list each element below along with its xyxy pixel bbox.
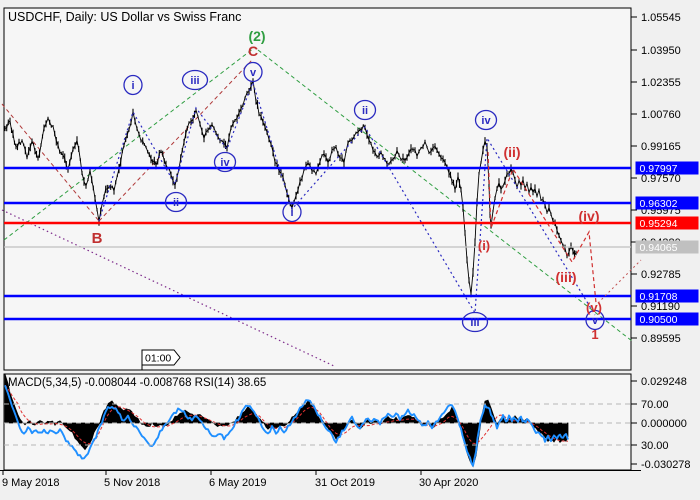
wave-label-ii: ii <box>173 197 179 209</box>
price-axis-label: 0.92785 <box>641 269 681 281</box>
chart-window: iiiiiiivviiiiiiivv(2)CB(i)(ii)(iii)(iv)(… <box>0 0 700 500</box>
wave-label-(2): (2) <box>248 28 265 44</box>
date-label: 30 Apr 2020 <box>419 477 478 489</box>
chart-title: USDCHF, Daily: US Dollar vs Swiss Franc <box>8 10 241 24</box>
macd-axis-label: 0.000000 <box>641 418 687 430</box>
price-axis-label: 1.02355 <box>641 77 681 89</box>
wave-label-B: B <box>92 230 103 247</box>
time-tag-label: 01:00 <box>145 353 171 365</box>
wave-label-(iv): (iv) <box>579 208 600 224</box>
price-tag-value: 0.94065 <box>640 242 678 254</box>
macd-axis-label: 0.029248 <box>641 376 687 388</box>
date-label: 31 Oct 2019 <box>315 477 375 489</box>
date-label: 6 May 2019 <box>209 477 266 489</box>
price-tag-value: 0.95294 <box>640 218 678 230</box>
price-axis-label: 1.03950 <box>641 45 681 57</box>
wave-label-v: v <box>592 315 599 327</box>
wave-label-v: v <box>250 67 257 79</box>
price-tag-value: 0.90500 <box>640 314 678 326</box>
main-chart-panel <box>4 8 631 370</box>
wave-label-(iii): (iii) <box>556 269 577 285</box>
date-label: 9 May 2018 <box>2 477 59 489</box>
wave-label-i: i <box>290 207 293 219</box>
price-axis-label: 0.99165 <box>641 141 681 153</box>
macd-axis-label: -0.030278 <box>641 459 691 471</box>
macd-axis-label: 70.00 <box>641 399 669 411</box>
wave-label-iv: iv <box>481 115 491 127</box>
chart-canvas[interactable]: iiiiiiivviiiiiiivv(2)CB(i)(ii)(iii)(iv)(… <box>0 0 700 500</box>
wave-label-C: C <box>248 43 258 59</box>
wave-label-iii: iii <box>470 317 479 329</box>
wave-label-iii: iii <box>190 75 199 87</box>
price-axis-label: 1.00760 <box>641 109 681 121</box>
wave-label-ii: ii <box>362 105 368 117</box>
price-tag-value: 0.96302 <box>640 198 678 210</box>
wave-label-(ii): (ii) <box>503 144 520 160</box>
panel-layer <box>0 0 700 500</box>
date-label: 5 Nov 2018 <box>104 477 160 489</box>
wave-label-iv: iv <box>220 157 230 169</box>
price-axis-label: 0.89595 <box>641 333 681 345</box>
wave-label-i: i <box>131 80 134 92</box>
macd-axis-label: 30.00 <box>641 440 669 452</box>
macd-indicator-label: MACD(5,34,5) -0.008044 -0.008768 RSI(14)… <box>8 377 266 389</box>
price-tag-value: 0.97997 <box>640 163 678 175</box>
price-tag-value: 0.91708 <box>640 291 678 303</box>
wave-label-(i): (i) <box>478 238 490 253</box>
wave-label-(v): (v) <box>586 300 602 315</box>
price-axis-label: 1.05545 <box>641 12 681 24</box>
wave-label-1: 1 <box>591 327 598 342</box>
